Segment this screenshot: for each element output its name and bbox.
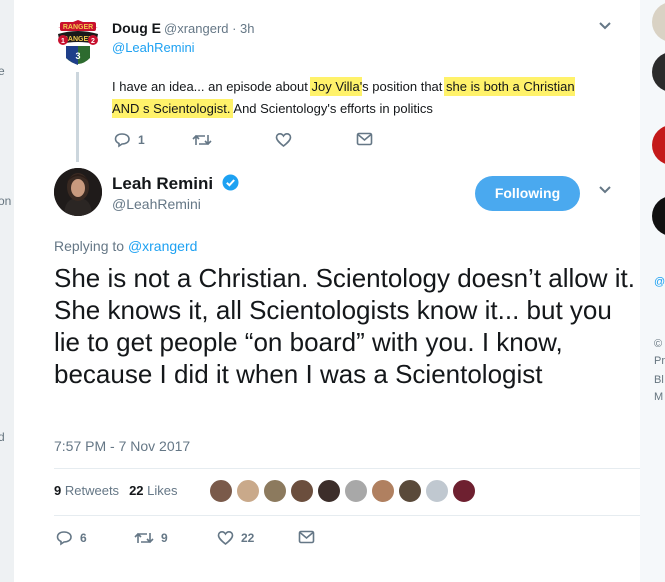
avatar[interactable] [652,52,665,92]
chevron-down-icon[interactable] [598,182,612,198]
edge-text[interactable]: @ [654,276,665,288]
avatar[interactable] [317,479,341,503]
message-button[interactable] [356,132,373,146]
divider [54,468,640,469]
tweet-text: She is not a Christian. Scientology does… [54,263,635,389]
avatar[interactable] [425,479,449,503]
retweet-button[interactable] [192,132,212,148]
envelope-icon [298,530,315,544]
retweet-icon [192,134,212,146]
likes-stat[interactable]: 22 Likes [129,483,177,498]
avatar[interactable] [344,479,368,503]
thread-connector [76,72,79,162]
avatar[interactable] [290,479,314,503]
avatar[interactable] [371,479,395,503]
like-button[interactable]: 22 [217,530,254,546]
author-handle[interactable]: @LeahRemini [112,196,201,212]
edge-text[interactable]: M [654,391,663,403]
edge-text: on [0,194,12,208]
following-button[interactable]: Following [475,176,580,211]
edge-text: © [654,338,663,350]
tweet-stats: 9 Retweets 22 Likes [54,483,178,498]
avatar[interactable]: RANGER RANGER 1 2 3 [54,18,102,70]
avatar[interactable] [263,479,287,503]
profile-photo-icon [54,168,102,216]
svg-text:3: 3 [75,51,80,61]
retweet-icon [134,532,154,544]
edge-text[interactable]: Bl [654,374,664,386]
replying-to-link[interactable]: @xrangerd [128,238,197,254]
divider [54,515,640,516]
like-button[interactable] [275,132,292,148]
verified-badge-icon [222,174,239,191]
avatar[interactable] [209,479,233,503]
envelope-icon [356,132,373,146]
avatar[interactable] [398,479,422,503]
avatar[interactable] [652,2,665,42]
right-edge-column: @ © Pr Bl M [640,0,665,582]
svg-text:RANGER: RANGER [63,24,93,31]
avatar[interactable] [236,479,260,503]
message-button[interactable] [298,530,315,544]
avatar[interactable] [652,196,665,236]
edge-text: d [0,430,5,444]
edge-text[interactable]: Pr [654,355,665,367]
avatar[interactable] [652,125,665,165]
svg-text:1: 1 [61,38,65,45]
author-name[interactable]: Doug E [112,20,161,36]
reply-button[interactable]: 6 [56,530,87,546]
svg-text:2: 2 [91,38,95,45]
heart-icon [275,132,292,148]
reply-icon [114,133,130,148]
heart-icon [217,530,234,546]
avatar[interactable] [54,168,102,216]
replying-to-link[interactable]: @LeahRemini [112,40,195,55]
liker-avatars [209,479,476,503]
avatar[interactable] [452,479,476,503]
reply-button[interactable]: 1 [114,132,145,148]
author-handle-time[interactable]: @xrangerd · 3h [164,21,255,36]
tweet-detail-card: RANGER RANGER 1 2 3 Doug E @xrangerd · 3… [14,0,640,582]
retweet-button[interactable]: 9 [134,530,168,546]
author-name[interactable]: Leah Remini [112,174,213,194]
ranger-crest-icon: RANGER RANGER 1 2 3 [58,20,98,65]
reply-icon [56,531,72,546]
chevron-down-icon[interactable] [598,19,612,34]
tweet-timestamp[interactable]: 7:57 PM - 7 Nov 2017 [54,438,190,454]
retweets-stat[interactable]: 9 Retweets [54,483,119,498]
replying-to: Replying to @xrangerd [54,238,198,254]
edge-text: e [0,64,5,78]
tweet-text: I have an idea... an episode about Joy V… [112,79,575,116]
highlighted-text[interactable]: Joy Villa [311,79,360,94]
left-edge-column: e on d [0,0,14,582]
